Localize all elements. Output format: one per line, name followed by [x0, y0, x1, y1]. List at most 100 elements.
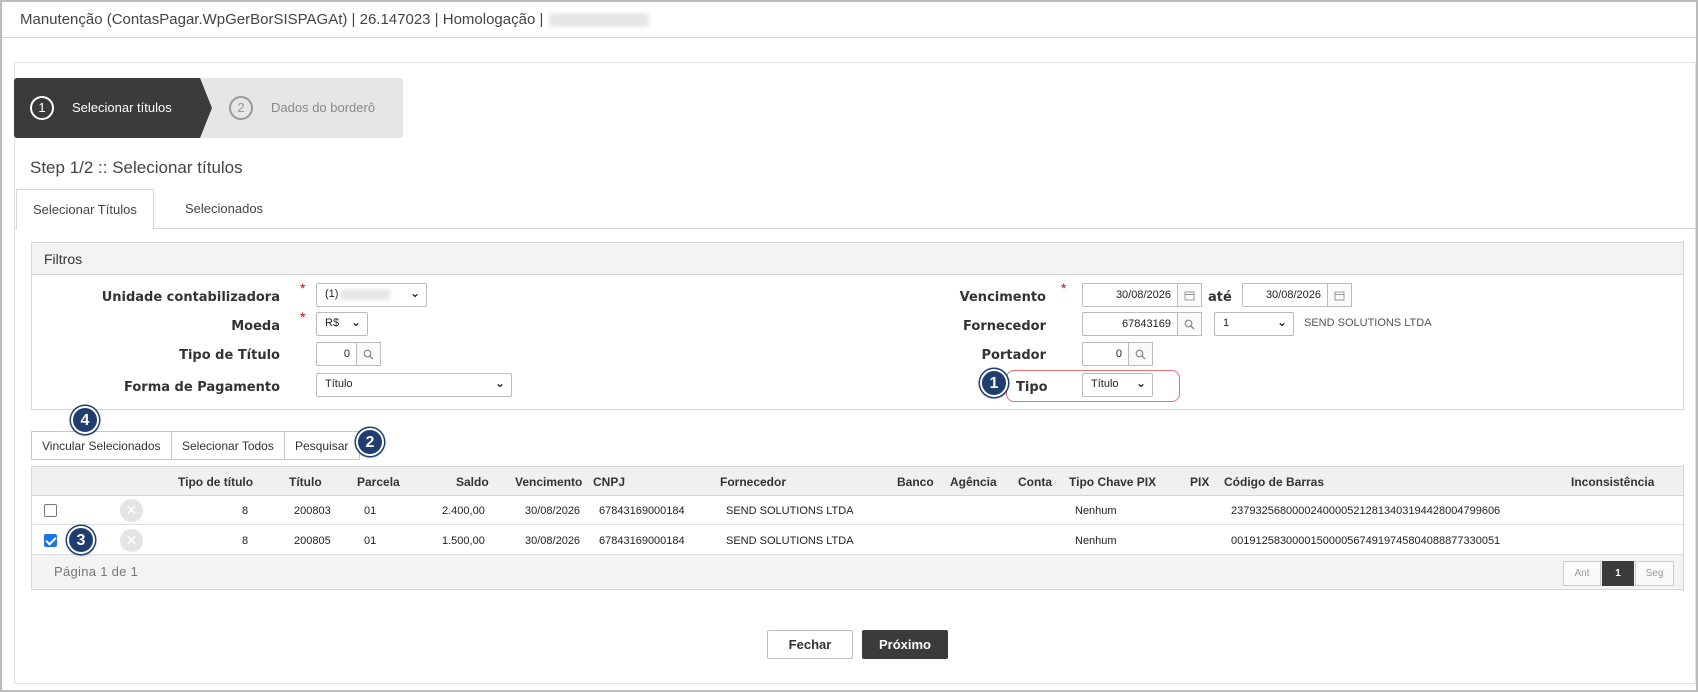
required-marker: *	[300, 280, 306, 296]
cell-tipo-chave-pix: Nenhum	[1075, 535, 1117, 547]
cell-cnpj: 67843169000184	[599, 505, 685, 517]
remove-icon[interactable]: ✕	[120, 529, 143, 552]
cell-cnpj: 67843169000184	[599, 535, 685, 547]
tipo-titulo-label: Tipo de Título	[179, 348, 280, 363]
redacted-unit	[340, 288, 391, 300]
annotation-badge-3: 3	[67, 526, 95, 554]
forma-pagamento-select[interactable]: Título ⌄	[316, 373, 512, 397]
chevron-down-icon: ⌄	[409, 286, 420, 300]
search-icon-button[interactable]	[1178, 312, 1202, 336]
fornecedor-loja-select[interactable]: 1 ⌄	[1214, 312, 1294, 336]
filters-title: Filtros	[32, 243, 1683, 275]
titulos-table: Tipo de título Título Parcela Saldo Venc…	[31, 466, 1684, 590]
step-number-circle: 1	[30, 96, 54, 120]
pager-next-button[interactable]: Seg	[1635, 561, 1674, 586]
step-2[interactable]: 2 Dados do borderô	[213, 78, 403, 138]
calendar-icon-button[interactable]	[1328, 283, 1352, 307]
moeda-select[interactable]: R$ ⌄	[316, 312, 368, 336]
col-inconsistencia[interactable]: Inconsistência	[1571, 475, 1654, 489]
cell-tipo: 8	[242, 535, 249, 547]
calendar-icon	[1184, 291, 1195, 301]
col-banco[interactable]: Banco	[897, 475, 934, 489]
chevron-down-icon: ⌄	[1135, 376, 1146, 390]
col-agencia[interactable]: Agência	[950, 475, 997, 489]
step-1-active[interactable]: 1 Selecionar títulos	[14, 78, 212, 138]
moeda-label: Moeda	[231, 319, 280, 334]
tab-bar: Selecionar Títulos Selecionados	[14, 189, 1696, 230]
search-icon	[1184, 319, 1195, 330]
cell-saldo: 2.400,00	[442, 505, 485, 517]
cell-titulo: 200805	[294, 535, 331, 547]
cell-vencimento: 30/08/2026	[525, 535, 581, 547]
required-marker: *	[300, 309, 306, 325]
pager-prev-button[interactable]: Ant	[1563, 561, 1601, 586]
vencimento-to-input[interactable]: 30/08/2026	[1242, 283, 1328, 307]
col-conta[interactable]: Conta	[1018, 475, 1052, 489]
unidade-select[interactable]: (1) ⌄	[316, 283, 427, 307]
ate-label: até	[1208, 290, 1232, 305]
col-titulo[interactable]: Título	[289, 475, 322, 489]
selecionar-todos-button[interactable]: Selecionar Todos	[171, 431, 285, 460]
annotation-badge-4: 4	[71, 406, 99, 434]
chevron-down-icon: ⌄	[494, 376, 505, 390]
col-tipo-titulo[interactable]: Tipo de título	[178, 475, 253, 489]
tipo-select[interactable]: Título ⌄	[1082, 373, 1153, 397]
tab-selecionar-titulos[interactable]: Selecionar Títulos	[16, 189, 154, 230]
row-checkbox-checked[interactable]	[44, 534, 57, 547]
tab-selecionados[interactable]: Selecionados	[169, 189, 279, 230]
cell-titulo: 200803	[294, 505, 331, 517]
portador-input[interactable]: 0	[1082, 342, 1129, 366]
fechar-button[interactable]: Fechar	[767, 630, 853, 659]
redacted-environment	[549, 13, 650, 28]
pager-current-page[interactable]: 1	[1602, 561, 1634, 586]
cell-tipo: 8	[242, 505, 249, 517]
table-row[interactable]: ✕ 8 200803 01 2.400,00 30/08/2026 678431…	[32, 496, 1683, 525]
col-cnpj[interactable]: CNPJ	[593, 475, 625, 489]
cell-codigo-barras: 2379325680000240000521281340319442800479…	[1231, 505, 1501, 517]
chevron-down-icon: ⌄	[350, 315, 361, 329]
fornecedor-label: Fornecedor	[963, 319, 1046, 334]
col-fornecedor[interactable]: Fornecedor	[720, 475, 786, 489]
row-checkbox[interactable]	[44, 504, 57, 517]
vencimento-from-input[interactable]: 30/08/2026	[1082, 283, 1178, 307]
cell-parcela: 01	[364, 535, 377, 547]
proximo-button[interactable]: Próximo	[862, 630, 948, 659]
step-label: Dados do borderô	[271, 100, 376, 115]
vincular-selecionados-button[interactable]: Vincular Selecionados	[31, 431, 172, 460]
col-tipo-chave-pix[interactable]: Tipo Chave PIX	[1069, 475, 1156, 489]
col-codigo-barras[interactable]: Código de Barras	[1224, 475, 1324, 489]
cell-vencimento: 30/08/2026	[525, 505, 581, 517]
fornecedor-name: SEND SOLUTIONS LTDA	[1304, 317, 1432, 329]
annotation-badge-1: 1	[980, 369, 1008, 397]
col-pix[interactable]: PIX	[1190, 475, 1209, 489]
tipo-label: Tipo	[1016, 380, 1048, 395]
col-saldo[interactable]: Saldo	[456, 475, 489, 489]
required-marker: *	[1061, 280, 1067, 296]
tipo-titulo-input[interactable]: 0	[316, 342, 357, 366]
step-number-circle: 2	[229, 96, 253, 120]
vencimento-label: Vencimento	[959, 290, 1046, 305]
pesquisar-button[interactable]: Pesquisar	[284, 431, 360, 460]
table-row[interactable]: ✕ 8 200805 01 1.500,00 30/08/2026 678431…	[32, 526, 1683, 555]
table-header: Tipo de título Título Parcela Saldo Venc…	[32, 467, 1683, 496]
col-vencimento[interactable]: Vencimento	[515, 475, 582, 489]
fornecedor-input[interactable]: 67843169	[1082, 312, 1178, 336]
wizard-steps: 1 Selecionar títulos 2 Dados do borderô	[14, 78, 403, 138]
search-icon	[1135, 349, 1146, 360]
search-icon	[363, 349, 374, 360]
annotation-badge-2: 2	[356, 428, 384, 456]
search-icon-button[interactable]	[357, 342, 381, 366]
cell-parcela: 01	[364, 505, 377, 517]
cell-fornecedor: SEND SOLUTIONS LTDA	[726, 505, 854, 517]
unidade-label: Unidade contabilizadora	[101, 290, 280, 305]
col-parcela[interactable]: Parcela	[357, 475, 400, 489]
page-title: Step 1/2 :: Selecionar títulos	[30, 158, 243, 177]
search-icon-button[interactable]	[1129, 342, 1153, 366]
calendar-icon-button[interactable]	[1178, 283, 1202, 307]
chevron-down-icon: ⌄	[1276, 315, 1287, 329]
remove-icon[interactable]: ✕	[120, 499, 143, 522]
calendar-icon	[1334, 291, 1345, 301]
cell-saldo: 1.500,00	[442, 535, 485, 547]
window-title: Manutenção (ContasPagar.WpGerBorSISPAGAt…	[20, 11, 650, 28]
table-footer: Página 1 de 1 Ant 1 Seg	[32, 555, 1683, 589]
